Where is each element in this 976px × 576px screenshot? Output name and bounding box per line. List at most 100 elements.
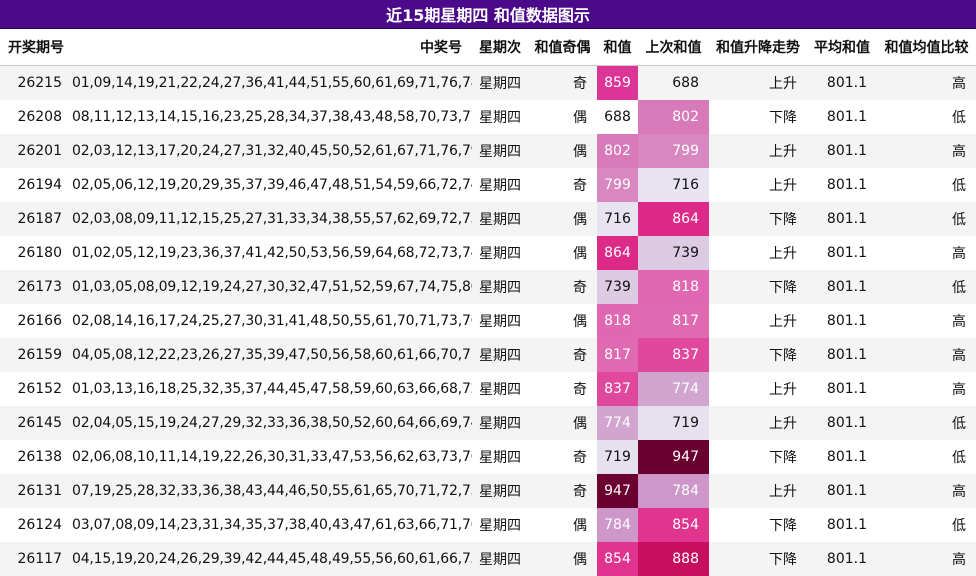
cell-sum: 854 xyxy=(597,542,638,576)
table-row: 2617301,03,05,08,09,12,19,24,27,30,32,47… xyxy=(0,270,976,304)
cell-weekday: 星期四 xyxy=(472,440,528,474)
cell-weekday: 星期四 xyxy=(472,508,528,542)
table-row: 2621501,09,14,19,21,22,24,27,36,41,44,51… xyxy=(0,66,976,101)
cell-prev-sum: 774 xyxy=(638,372,709,406)
cell-prev-sum: 854 xyxy=(638,508,709,542)
cell-parity: 偶 xyxy=(528,134,597,168)
cell-avg: 801.1 xyxy=(807,338,877,372)
cell-issue: 26215 xyxy=(0,66,72,101)
cell-weekday: 星期四 xyxy=(472,134,528,168)
table-row: 2618001,02,05,12,19,23,36,37,41,42,50,53… xyxy=(0,236,976,270)
cell-trend: 上升 xyxy=(709,236,807,270)
cell-weekday: 星期四 xyxy=(472,100,528,134)
cell-issue: 26152 xyxy=(0,372,72,406)
sum-data-table: 开奖期号 中奖号 星期次 和值奇偶 和值 上次和值 和值升降走势 平均和值 和值… xyxy=(0,29,976,576)
cell-avg: 801.1 xyxy=(807,134,877,168)
cell-numbers: 02,03,08,09,11,12,15,25,27,31,33,34,38,5… xyxy=(72,202,472,236)
cell-numbers: 02,06,08,10,11,14,19,22,26,30,31,33,47,5… xyxy=(72,440,472,474)
cell-avg: 801.1 xyxy=(807,372,877,406)
cell-avg: 801.1 xyxy=(807,66,877,101)
header-compare[interactable]: 和值均值比较 xyxy=(877,29,976,66)
header-parity[interactable]: 和值奇偶 xyxy=(528,29,597,66)
cell-issue: 26173 xyxy=(0,270,72,304)
cell-avg: 801.1 xyxy=(807,270,877,304)
cell-issue: 26187 xyxy=(0,202,72,236)
header-sum[interactable]: 和值 xyxy=(597,29,638,66)
table-row: 2614502,04,05,15,19,24,27,29,32,33,36,38… xyxy=(0,406,976,440)
cell-numbers: 01,03,05,08,09,12,19,24,27,30,32,47,51,5… xyxy=(72,270,472,304)
cell-parity: 偶 xyxy=(528,100,597,134)
cell-compare: 低 xyxy=(877,440,976,474)
table-title: 近15期星期四 和值数据图示 xyxy=(0,0,976,29)
cell-avg: 801.1 xyxy=(807,440,877,474)
cell-avg: 801.1 xyxy=(807,508,877,542)
header-trend[interactable]: 和值升降走势 xyxy=(709,29,807,66)
table-row: 2620808,11,12,13,14,15,16,23,25,28,34,37… xyxy=(0,100,976,134)
cell-numbers: 01,09,14,19,21,22,24,27,36,41,44,51,55,6… xyxy=(72,66,472,101)
table-row: 2611704,15,19,20,24,26,29,39,42,44,45,48… xyxy=(0,542,976,576)
cell-numbers: 01,03,13,16,18,25,32,35,37,44,45,47,58,5… xyxy=(72,372,472,406)
table-row: 2613802,06,08,10,11,14,19,22,26,30,31,33… xyxy=(0,440,976,474)
header-numbers[interactable]: 中奖号 xyxy=(72,29,472,66)
table-row: 2619402,05,06,12,19,20,29,35,37,39,46,47… xyxy=(0,168,976,202)
cell-parity: 奇 xyxy=(528,168,597,202)
header-issue[interactable]: 开奖期号 xyxy=(0,29,72,66)
cell-numbers: 02,08,14,16,17,24,25,27,30,31,41,48,50,5… xyxy=(72,304,472,338)
cell-prev-sum: 784 xyxy=(638,474,709,508)
cell-parity: 奇 xyxy=(528,474,597,508)
cell-prev-sum: 719 xyxy=(638,406,709,440)
cell-weekday: 星期四 xyxy=(472,542,528,576)
cell-trend: 上升 xyxy=(709,406,807,440)
cell-prev-sum: 888 xyxy=(638,542,709,576)
cell-trend: 下降 xyxy=(709,270,807,304)
cell-sum: 719 xyxy=(597,440,638,474)
cell-parity: 奇 xyxy=(528,440,597,474)
cell-avg: 801.1 xyxy=(807,202,877,236)
cell-issue: 26194 xyxy=(0,168,72,202)
table-row: 2615904,05,08,12,22,23,26,27,35,39,47,50… xyxy=(0,338,976,372)
cell-trend: 上升 xyxy=(709,372,807,406)
cell-numbers: 02,04,05,15,19,24,27,29,32,33,36,38,50,5… xyxy=(72,406,472,440)
cell-trend: 下降 xyxy=(709,100,807,134)
cell-prev-sum: 817 xyxy=(638,304,709,338)
cell-sum: 688 xyxy=(597,100,638,134)
cell-trend: 下降 xyxy=(709,508,807,542)
cell-trend: 下降 xyxy=(709,202,807,236)
cell-numbers: 04,05,08,12,22,23,26,27,35,39,47,50,56,5… xyxy=(72,338,472,372)
cell-prev-sum: 739 xyxy=(638,236,709,270)
cell-prev-sum: 799 xyxy=(638,134,709,168)
cell-numbers: 07,19,25,28,32,33,36,38,43,44,46,50,55,6… xyxy=(72,474,472,508)
table-row: 2613107,19,25,28,32,33,36,38,43,44,46,50… xyxy=(0,474,976,508)
cell-sum: 739 xyxy=(597,270,638,304)
cell-trend: 下降 xyxy=(709,542,807,576)
header-avg[interactable]: 平均和值 xyxy=(807,29,877,66)
cell-prev-sum: 837 xyxy=(638,338,709,372)
header-prev-sum[interactable]: 上次和值 xyxy=(638,29,709,66)
cell-compare: 低 xyxy=(877,168,976,202)
cell-compare: 低 xyxy=(877,406,976,440)
cell-numbers: 02,03,12,13,17,20,24,27,31,32,40,45,50,5… xyxy=(72,134,472,168)
cell-weekday: 星期四 xyxy=(472,236,528,270)
cell-avg: 801.1 xyxy=(807,406,877,440)
cell-issue: 26201 xyxy=(0,134,72,168)
cell-compare: 高 xyxy=(877,236,976,270)
cell-prev-sum: 947 xyxy=(638,440,709,474)
cell-prev-sum: 818 xyxy=(638,270,709,304)
cell-weekday: 星期四 xyxy=(472,202,528,236)
cell-prev-sum: 802 xyxy=(638,100,709,134)
cell-parity: 偶 xyxy=(528,406,597,440)
cell-weekday: 星期四 xyxy=(472,406,528,440)
cell-sum: 716 xyxy=(597,202,638,236)
cell-sum: 864 xyxy=(597,236,638,270)
cell-trend: 下降 xyxy=(709,338,807,372)
cell-trend: 上升 xyxy=(709,474,807,508)
cell-sum: 817 xyxy=(597,338,638,372)
header-weekday[interactable]: 星期次 xyxy=(472,29,528,66)
cell-weekday: 星期四 xyxy=(472,168,528,202)
cell-trend: 上升 xyxy=(709,168,807,202)
cell-compare: 高 xyxy=(877,134,976,168)
cell-issue: 26208 xyxy=(0,100,72,134)
cell-compare: 低 xyxy=(877,270,976,304)
cell-parity: 奇 xyxy=(528,270,597,304)
cell-parity: 奇 xyxy=(528,338,597,372)
